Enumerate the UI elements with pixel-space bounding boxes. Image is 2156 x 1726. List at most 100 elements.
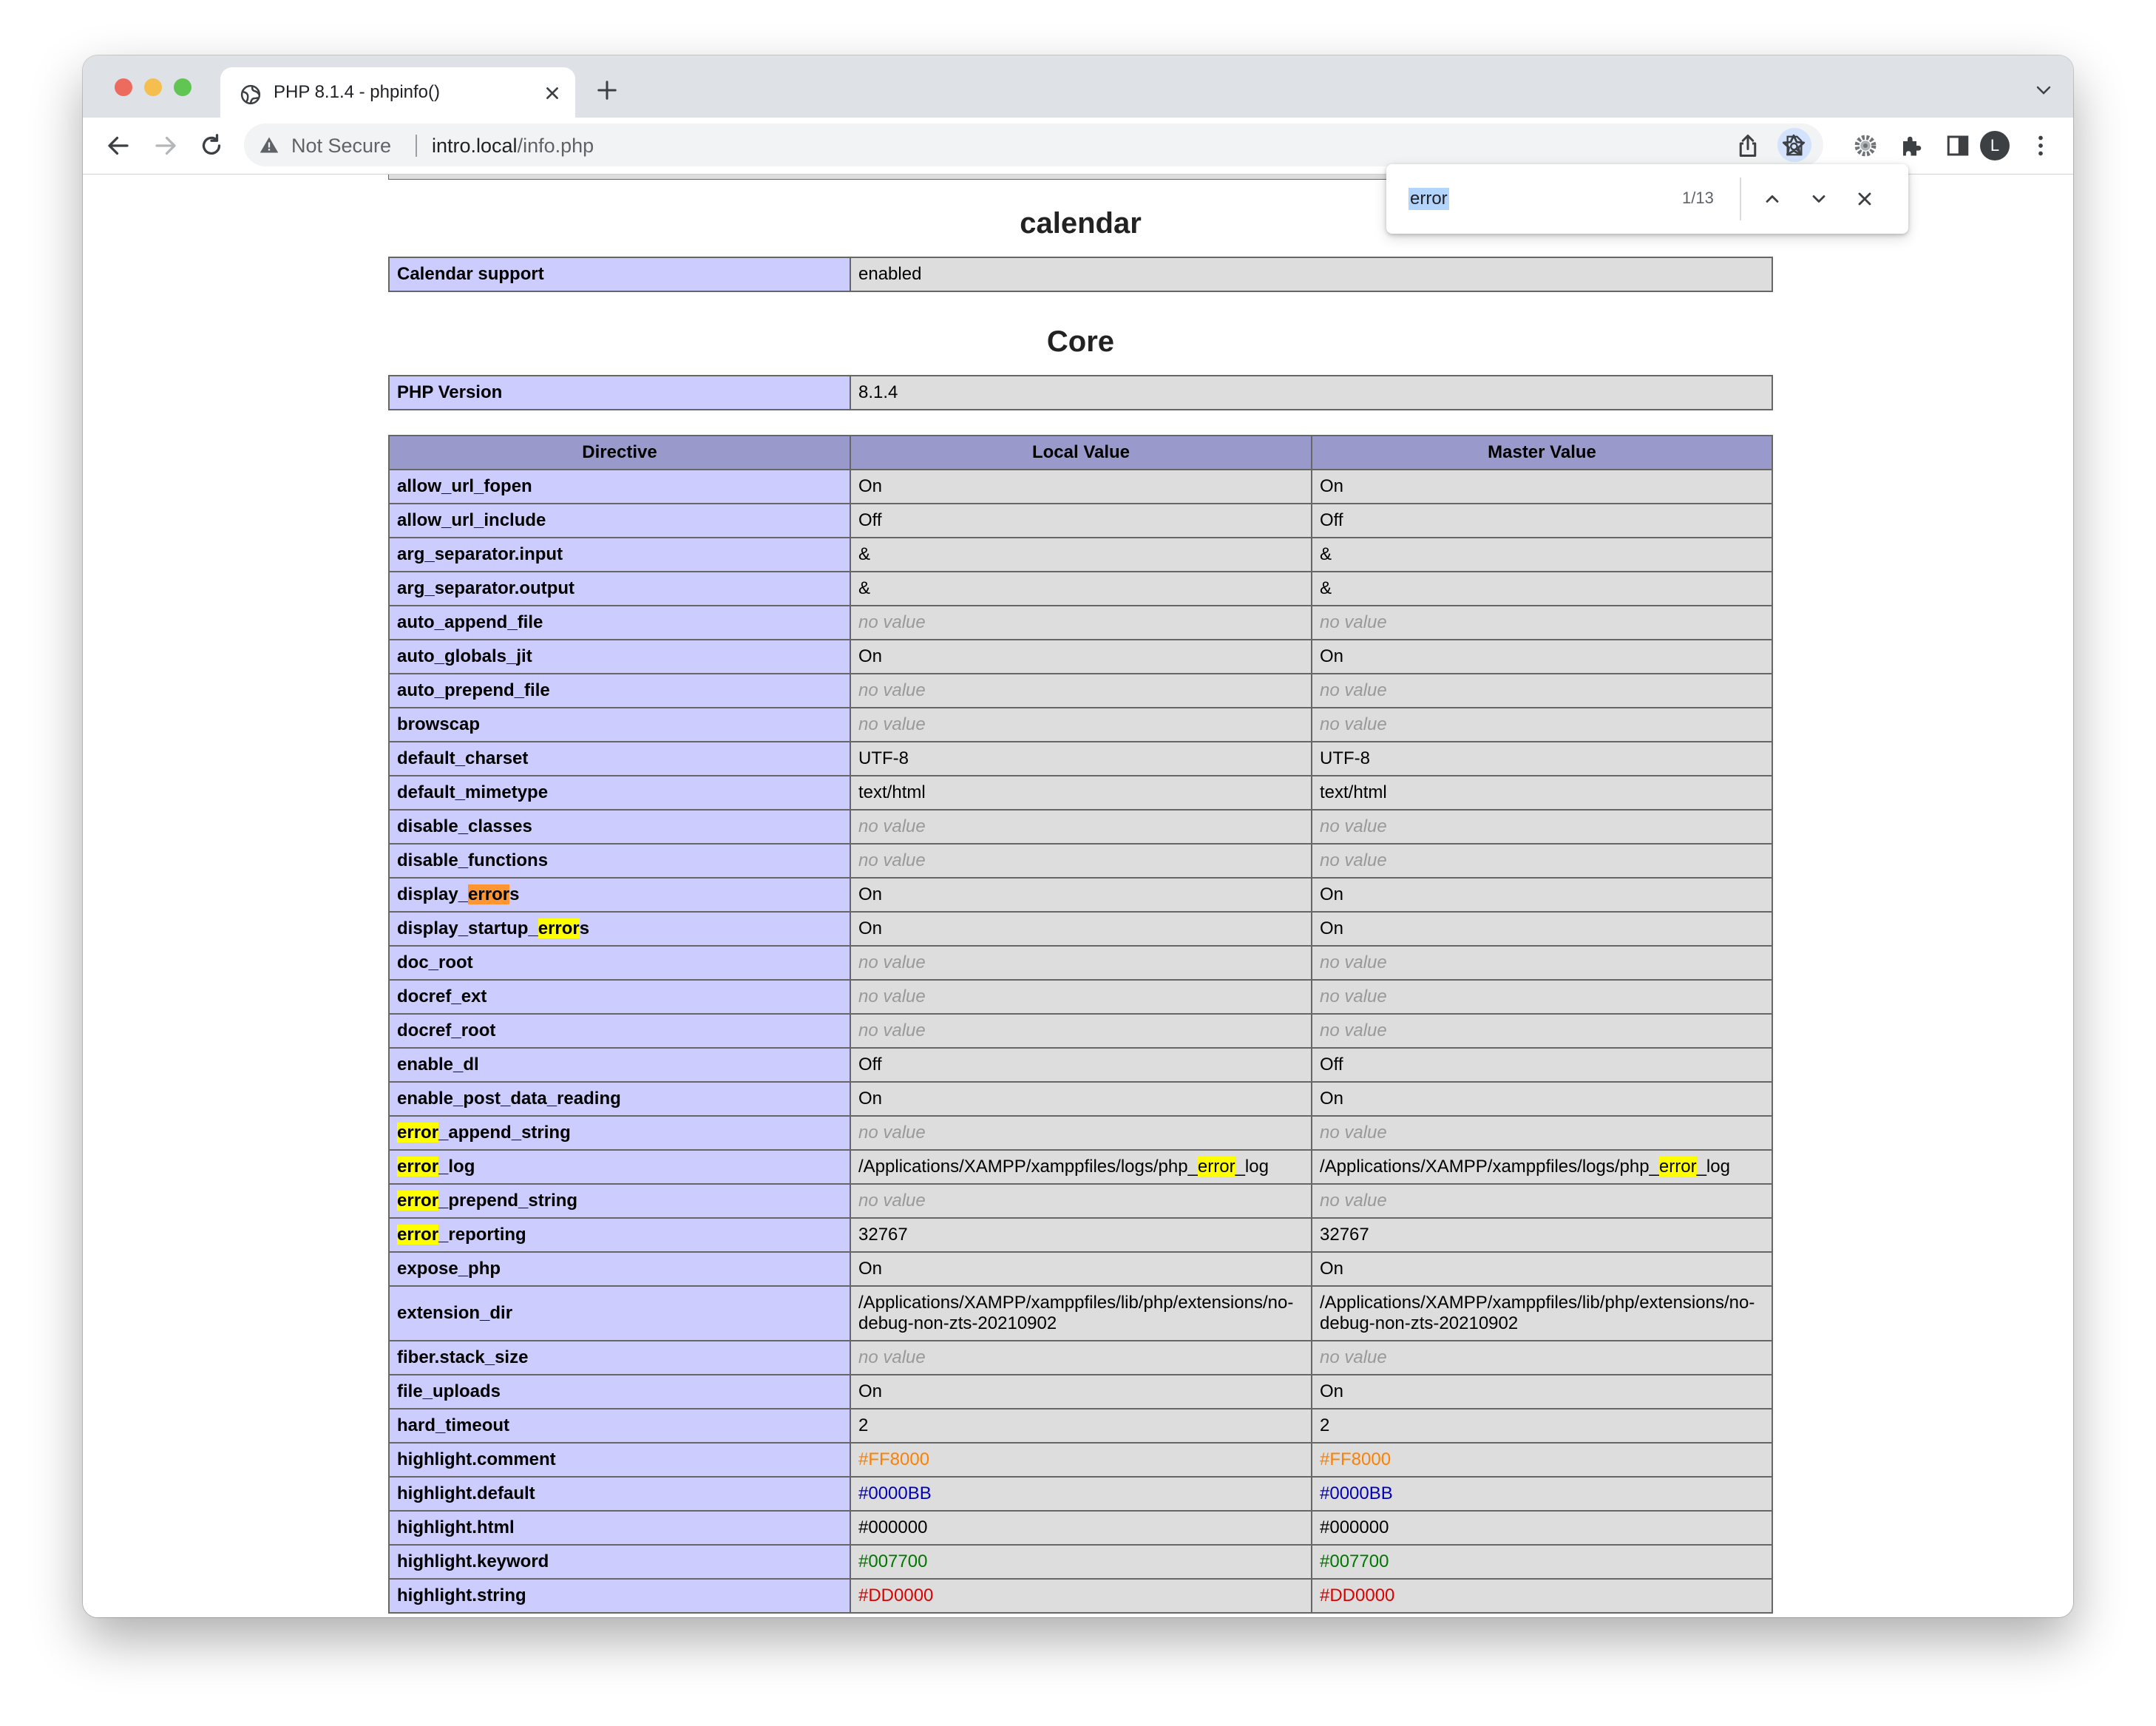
cell-text: no value [1320,850,1387,870]
directive-cell: highlight.html [388,1510,851,1546]
cell-text: On [858,918,883,938]
search-match-highlight: error [397,1123,439,1143]
security-status-label[interactable]: Not Secure [291,135,391,158]
calendar-table: Calendar support enabled [388,257,1773,292]
cell-text: UTF-8 [858,748,909,768]
directive-cell: docref_root [388,1013,851,1049]
url-text[interactable]: intro.local/info.php [432,135,594,158]
table-row: allow_url_fopen On On [388,469,1773,504]
cell-text: disable_functions [397,850,549,870]
table-row: auto_append_file no value no value [388,605,1773,640]
menu-kebab-icon[interactable] [2027,132,2054,159]
page-viewport[interactable]: calendar Calendar support enabled Core P… [83,175,2073,1617]
table-row: error_prepend_string no value no value [388,1183,1773,1219]
cell-text: On [858,646,883,666]
cell-text: auto_prepend_file [397,680,550,700]
bookmark-star-icon[interactable] [1780,132,1807,159]
close-window-button[interactable] [115,78,132,96]
local-value-cell: UTF-8 [850,741,1312,776]
cell-text: _prepend_string [438,1191,578,1211]
column-header-local-value: Local Value [850,435,1312,470]
cell-text: #0000BB [858,1483,932,1503]
cell-text: /Applications/XAMPP/xamppfiles/lib/php/e… [1320,1293,1755,1333]
directive-cell: file_uploads [388,1374,851,1409]
back-arrow-icon[interactable] [105,132,132,159]
cell-text: no value [1320,1021,1387,1040]
cell-text: #007700 [858,1551,928,1571]
local-value-cell: no value [850,945,1312,981]
forward-arrow-icon[interactable] [152,132,179,159]
directive-cell: arg_separator.input [388,537,851,572]
cell-text: & [858,544,871,564]
table-row: display_startup_errors On On [388,911,1773,947]
master-value-cell: Off [1311,503,1773,538]
cell-text: highlight.default [397,1483,535,1503]
close-tab-icon[interactable] [544,85,560,101]
cell-text: On [1320,884,1344,904]
table-row: enable_post_data_reading On On [388,1081,1773,1117]
local-value-cell: text/html [850,775,1312,810]
side-panel-icon[interactable] [1945,132,1971,159]
directive-cell: highlight.string [388,1578,851,1614]
cell-text: On [858,476,883,496]
reload-icon[interactable] [198,132,225,159]
table-row: error_append_string no value no value [388,1115,1773,1151]
cell-text: no value [1320,952,1387,972]
table-header-row: Directive Local Value Master Value [388,435,1773,470]
core-directives-body: allow_url_fopen On On allow_url_include Off O… [388,469,1773,1614]
extensions-puzzle-icon[interactable] [1899,132,1925,159]
directive-cell: browscap [388,707,851,742]
master-value-cell: & [1311,571,1773,606]
directive-cell: hard_timeout [388,1408,851,1444]
find-previous-icon[interactable] [1762,189,1783,209]
directive-cell: allow_url_include [388,503,851,538]
cell-text: default_charset [397,748,529,768]
tab-search-chevron-icon[interactable] [2035,84,2052,97]
table-row: highlight.keyword #007700 #007700 [388,1544,1773,1580]
cell-text: On [1320,646,1344,666]
address-bar[interactable]: Not Secure intro.local/info.php [244,123,1823,166]
cell-text: On [1320,1259,1344,1279]
master-value-cell: no value [1311,979,1773,1015]
local-value-cell: no value [850,1013,1312,1049]
table-row: extension_dir/Applications/XAMPP/xamppfi… [388,1285,1773,1341]
minimize-window-button[interactable] [144,78,162,96]
extension-gear-icon[interactable] [1852,132,1879,159]
cell-text: no value [858,1191,926,1211]
zoom-window-button[interactable] [174,78,191,96]
cell-text: On [1320,1089,1344,1109]
cell-text: no value [1320,1123,1387,1143]
directive-cell: error_append_string [388,1115,851,1151]
find-input[interactable]: error [1408,188,1449,210]
cell-text: On [1320,1381,1344,1401]
cell-text: no value [858,612,926,632]
table-row: disable_functions no value no value [388,843,1773,879]
tab-active[interactable]: PHP 8.1.4 - phpinfo() [220,67,575,118]
calendar-support-value: enabled [850,257,1773,292]
directive-cell: expose_php [388,1251,851,1287]
find-match-count: 1/13 [1682,189,1714,207]
master-value-cell: On [1311,469,1773,504]
cell-text: highlight.comment [397,1449,556,1469]
new-tab-icon[interactable] [596,79,618,101]
search-match-highlight: error [397,1225,439,1245]
table-row: display_errors On On [388,877,1773,913]
search-match-highlight: error [468,884,510,904]
master-value-cell: no value [1311,945,1773,981]
share-icon[interactable] [1735,132,1761,159]
cell-text: highlight.html [397,1517,515,1537]
cell-text: no value [1320,680,1387,700]
find-bar-divider [1740,177,1741,220]
cell-text: Off [1320,510,1343,530]
cell-text: _log [1696,1157,1730,1177]
cell-text: enable_post_data_reading [397,1089,621,1109]
warning-icon[interactable] [259,135,279,155]
local-value-cell: #000000 [850,1510,1312,1546]
find-next-icon[interactable] [1808,189,1829,209]
profile-avatar[interactable]: L [1980,131,2010,160]
find-close-icon[interactable] [1854,189,1875,209]
cell-text: highlight.string [397,1585,526,1605]
local-value-cell: no value [850,605,1312,640]
cell-text: no value [1320,714,1387,734]
master-value-cell: On [1311,877,1773,913]
